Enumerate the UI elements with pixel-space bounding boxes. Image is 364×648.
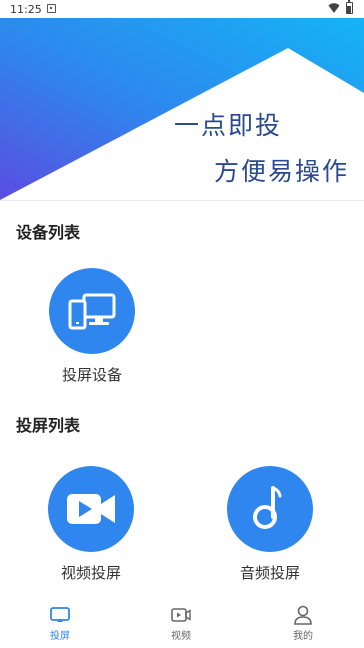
status-bar: 11:25: [0, 0, 364, 18]
header-banner: 一点即投 方便易操作: [0, 18, 364, 200]
video-cast-button[interactable]: [48, 466, 134, 552]
divider: [0, 200, 364, 201]
video-icon: [171, 608, 191, 622]
cast-device-button[interactable]: [49, 268, 135, 354]
tab-me[interactable]: 我的: [268, 604, 338, 642]
video-cast-label: 视频投屏: [60, 564, 121, 582]
section-title-devices: 设备列表: [16, 223, 81, 242]
bottom-tab-bar: 投屏 视频 我的: [0, 600, 364, 648]
tab-cast[interactable]: 投屏: [25, 604, 95, 642]
tab-me-label: 我的: [293, 631, 313, 642]
cast-device-label: 投屏设备: [61, 366, 122, 384]
user-icon: [294, 605, 312, 625]
tab-cast-label: 投屏: [50, 631, 70, 642]
notification-icon: [47, 4, 56, 13]
video-cast-card[interactable]: 视频投屏: [36, 466, 146, 583]
devices-icon: [68, 293, 116, 330]
banner-slogan-1: 一点即投: [174, 111, 283, 140]
audio-cast-label: 音频投屏: [239, 564, 300, 582]
wifi-icon: [328, 3, 340, 13]
battery-icon: [346, 0, 353, 14]
cast-device-card[interactable]: 投屏设备: [37, 268, 147, 385]
banner-slogan-2: 方便易操作: [214, 157, 350, 186]
section-title-cast: 投屏列表: [16, 416, 81, 435]
video-camera-icon: [67, 494, 115, 524]
tab-video[interactable]: 视频: [146, 604, 216, 642]
screen-cast-icon: [50, 607, 70, 622]
audio-cast-button[interactable]: [227, 466, 313, 552]
tab-video-label: 视频: [171, 631, 191, 642]
status-time: 11:25: [10, 3, 42, 16]
audio-cast-card[interactable]: 音频投屏: [215, 466, 325, 583]
music-note-icon: [253, 486, 282, 529]
